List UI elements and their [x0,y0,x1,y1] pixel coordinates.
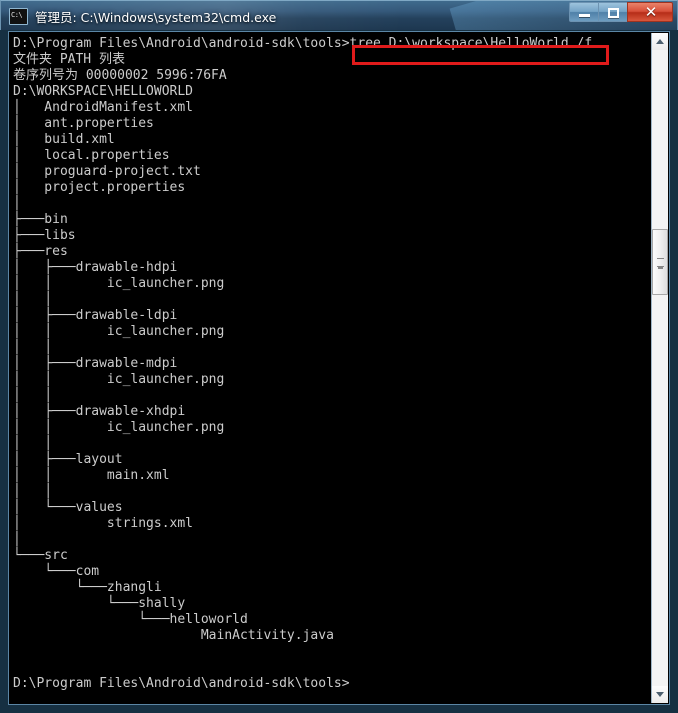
console-line: │ │ ic_launcher.png [13,420,225,435]
console-line: ├───libs [13,228,76,243]
maximize-button[interactable] [598,2,627,22]
console-text-buffer: D:\Program Files\Android\android-sdk\too… [13,36,649,692]
console-line: └───src [13,548,68,563]
minimize-icon [579,14,590,17]
console-line: │ AndroidManifest.xml [13,100,194,115]
console-line: │ ├───drawable-hdpi [13,260,178,275]
minimize-button[interactable] [569,2,598,22]
console-line: │ ant.properties [13,116,154,131]
console-scrollbar[interactable] [651,33,668,703]
console-line: │ ├───drawable-xhdpi [13,404,186,419]
scroll-down-arrow-icon[interactable] [652,686,668,703]
console-line: │ proguard-project.txt [13,164,201,179]
console-output-area[interactable]: D:\Program Files\Android\android-sdk\too… [8,31,670,705]
console-line: │ │ [13,484,53,499]
window-controls: ✕ [569,2,673,22]
console-line: │ │ main.xml [13,468,170,483]
console-line: └───zhangli [13,580,162,595]
console-line: └───shally [13,596,186,611]
console-line: │ build.xml [13,132,115,147]
console-line: │ │ [13,388,53,403]
console-line: ├───bin [13,212,68,227]
cmd-window: 管理员: C:\Windows\system32\cmd.exe ✕ D:\Pr… [0,0,678,713]
console-line: │ │ [13,436,53,451]
console-line: MainActivity.java [13,628,334,643]
console-line: 卷序列号为 00000002 5996:76FA [13,68,227,83]
close-icon: ✕ [644,3,658,21]
window-title: 管理员: C:\Windows\system32\cmd.exe [35,9,277,25]
console-line: D:\Program Files\Android\android-sdk\too… [13,36,593,51]
console-line: │ │ ic_launcher.png [13,324,225,339]
titlebar-left-group: 管理员: C:\Windows\system32\cmd.exe [9,1,276,30]
console-line: D:\Program Files\Android\android-sdk\too… [13,676,350,691]
console-line: 文件夹 PATH 列表 [13,52,125,67]
console-line: │ └───values [13,500,123,515]
console-line: │ project.properties [13,180,186,195]
console-line: ├───res [13,244,68,259]
console-line: D:\WORKSPACE\HELLOWORLD [13,84,194,99]
cmd-exe-icon [9,7,28,25]
console-line: │ local.properties [13,148,170,163]
scrollbar-thumb[interactable] [652,229,668,295]
console-line: │ ├───drawable-mdpi [13,356,178,371]
console-line: │ [13,196,21,211]
console-line: │ ├───layout [13,452,123,467]
console-line: │ │ ic_launcher.png [13,276,225,291]
console-line: │ strings.xml [13,516,194,531]
console-line: └───com [13,564,100,579]
console-line: │ ├───drawable-ldpi [13,308,178,323]
console-line: │ │ [13,292,53,307]
scrollbar-track-upper[interactable] [652,50,668,229]
scroll-up-arrow-icon[interactable] [652,33,668,50]
console-line: │ [13,532,21,547]
console-line: │ │ ic_launcher.png [13,372,225,387]
console-line: └───helloworld [13,612,248,627]
console-line: │ │ [13,340,53,355]
window-titlebar[interactable]: 管理员: C:\Windows\system32\cmd.exe ✕ [0,0,678,30]
maximize-icon [608,8,619,18]
close-button[interactable]: ✕ [627,2,673,22]
scrollbar-track-lower[interactable] [652,295,668,686]
